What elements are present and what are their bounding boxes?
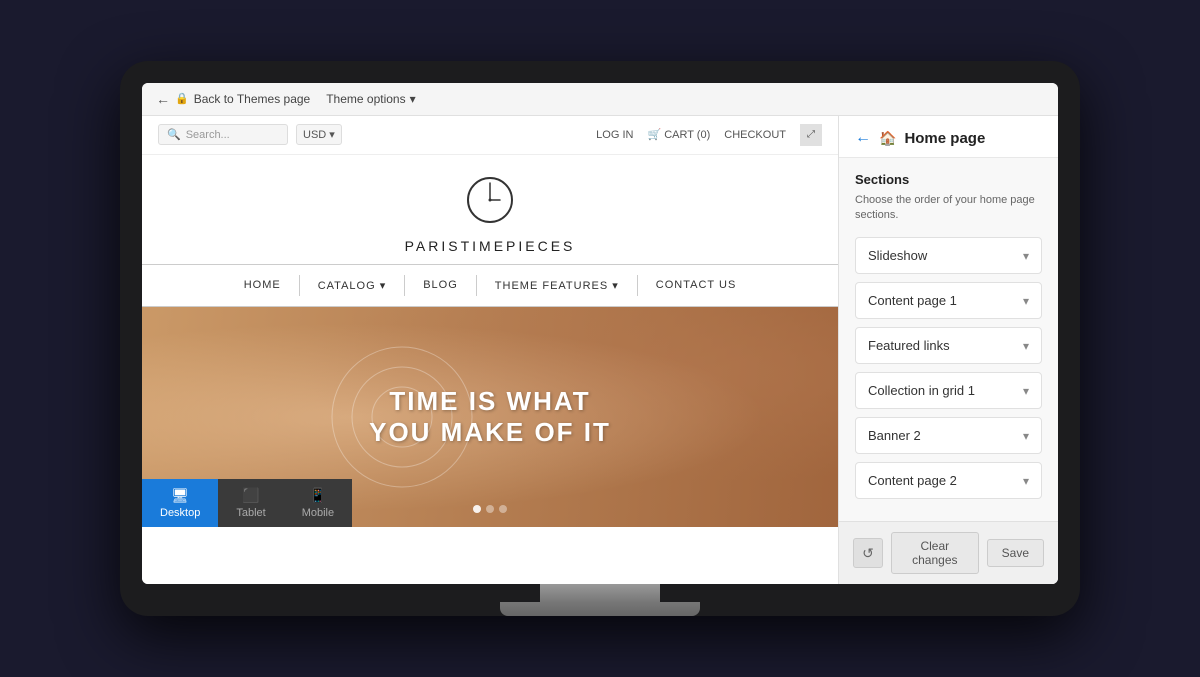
chevron-down-icon-collection-grid: ▾ <box>1023 384 1029 398</box>
store-nav: HOME CATALOG ▾ BLOG THEME FEATURES ▾ CON… <box>142 264 838 307</box>
section-label-collection-grid: Collection in grid 1 <box>868 383 975 398</box>
slide-dot-2[interactable] <box>486 505 494 513</box>
panel-body: Sections Choose the order of your home p… <box>839 158 1058 522</box>
store-nav-contact[interactable]: CONTACT US <box>638 275 755 296</box>
sections-description: Choose the order of your home page secti… <box>855 193 1042 224</box>
store-nav-blog[interactable]: BLOG <box>405 275 477 296</box>
login-link[interactable]: LOG IN <box>596 129 633 141</box>
slide-dot-3[interactable] <box>499 505 507 513</box>
clock-logo-icon <box>465 175 515 225</box>
stand-base <box>500 602 700 616</box>
sections-heading: Sections <box>855 172 1042 187</box>
stand-neck <box>540 584 660 602</box>
chevron-down-icon-featured-links: ▾ <box>1023 339 1029 353</box>
store-nav-catalog[interactable]: CATALOG ▾ <box>300 275 406 296</box>
slide-dot-active[interactable] <box>473 505 481 513</box>
store-logo-area: PARISTIMEPIECES <box>142 155 838 264</box>
desktop-button[interactable]: 🖥 Desktop <box>142 479 218 527</box>
section-item-banner-2[interactable]: Banner 2 ▾ <box>855 417 1042 454</box>
clear-changes-button[interactable]: Clear changes <box>891 532 979 574</box>
section-item-slideshow[interactable]: Slideshow ▾ <box>855 237 1042 274</box>
mobile-button[interactable]: 📱 Mobile <box>284 479 352 527</box>
right-panel: ← 🏠 Home page Sections Choose the order … <box>838 116 1058 585</box>
store-name-part1: PARIS <box>405 238 461 254</box>
desktop-label: Desktop <box>160 507 200 519</box>
back-to-themes-label: Back to Themes page <box>194 92 311 106</box>
save-label: Save <box>1002 546 1029 560</box>
mobile-label: Mobile <box>302 507 334 519</box>
section-label-featured-links: Featured links <box>868 338 950 353</box>
chevron-down-icon-slideshow: ▾ <box>1023 249 1029 263</box>
desktop-icon: 🖥 <box>171 487 189 504</box>
save-button[interactable]: Save <box>987 539 1044 567</box>
mobile-icon: 📱 <box>309 487 326 504</box>
section-item-content-page-1[interactable]: Content page 1 ▾ <box>855 282 1042 319</box>
section-item-content-page-2[interactable]: Content page 2 ▾ <box>855 462 1042 499</box>
search-input[interactable]: 🔍 Search... <box>158 124 288 145</box>
hero-line1: TIME IS WHAT <box>389 385 590 415</box>
panel-header: ← 🏠 Home page <box>839 116 1058 158</box>
back-arrow-icon: ← <box>156 91 170 107</box>
store-top-nav: LOG IN 🛒 CART (0) CHECKOUT ⤢ <box>596 124 822 146</box>
clear-changes-label: Clear changes <box>912 539 957 567</box>
panel-footer: ↺ Clear changes Save <box>839 521 1058 584</box>
top-bar: ← 🔒 Back to Themes page Theme options ▾ <box>142 83 1058 116</box>
currency-selector[interactable]: USD ▾ <box>296 124 342 145</box>
section-label-content1: Content page 1 <box>868 293 957 308</box>
chevron-down-icon-content2: ▾ <box>1023 474 1029 488</box>
theme-options-arrow-icon: ▾ <box>410 92 416 106</box>
hero-text: TIME IS WHAT YOU MAKE OF IT <box>369 385 611 447</box>
panel-back-button[interactable]: ← <box>855 130 871 146</box>
panel-title: Home page <box>904 130 985 147</box>
tablet-button[interactable]: ⬛ Tablet <box>218 479 283 527</box>
main-content: 🔍 Search... USD ▾ LOG IN 🛒 CART (0) CHEC… <box>142 116 1058 585</box>
store-name-part2: TIMEPIECES <box>461 238 576 254</box>
device-buttons: 🖥 Desktop ⬛ Tablet 📱 Mobile <box>142 479 352 527</box>
store-header: 🔍 Search... USD ▾ LOG IN 🛒 CART (0) CHEC… <box>142 116 838 155</box>
chevron-down-icon-content1: ▾ <box>1023 294 1029 308</box>
lock-icon: 🔒 <box>175 92 189 105</box>
hero-slide-dots <box>473 505 507 513</box>
tablet-icon: ⬛ <box>242 487 259 504</box>
section-label-content2: Content page 2 <box>868 473 957 488</box>
cart-link[interactable]: 🛒 CART (0) <box>647 128 710 141</box>
monitor: ← 🔒 Back to Themes page Theme options ▾ … <box>120 61 1080 617</box>
undo-icon: ↺ <box>862 545 874 562</box>
search-icon: 🔍 <box>167 128 181 141</box>
theme-options-label: Theme options <box>326 92 405 106</box>
preview-area: 🔍 Search... USD ▾ LOG IN 🛒 CART (0) CHEC… <box>142 116 838 585</box>
home-icon: 🏠 <box>879 130 896 147</box>
monitor-stand <box>142 584 1058 616</box>
section-item-collection-grid[interactable]: Collection in grid 1 ▾ <box>855 372 1042 409</box>
section-label-slideshow: Slideshow <box>868 248 927 263</box>
tablet-label: Tablet <box>236 507 265 519</box>
checkout-link[interactable]: CHECKOUT <box>724 129 786 141</box>
section-item-featured-links[interactable]: Featured links ▾ <box>855 327 1042 364</box>
store-name: PARISTIMEPIECES <box>142 238 838 254</box>
currency-label: USD <box>303 129 326 141</box>
section-label-banner2: Banner 2 <box>868 428 921 443</box>
search-placeholder: Search... <box>186 129 230 141</box>
theme-options-button[interactable]: Theme options ▾ <box>326 92 415 106</box>
currency-chevron-icon: ▾ <box>329 129 335 141</box>
expand-button[interactable]: ⤢ <box>800 124 822 146</box>
back-to-themes-link[interactable]: ← 🔒 Back to Themes page <box>156 91 310 107</box>
store-nav-home[interactable]: HOME <box>226 275 300 296</box>
chevron-down-icon-banner2: ▾ <box>1023 429 1029 443</box>
monitor-screen: ← 🔒 Back to Themes page Theme options ▾ … <box>142 83 1058 585</box>
undo-button[interactable]: ↺ <box>853 538 883 568</box>
hero-line2: YOU MAKE OF IT <box>369 417 611 447</box>
store-nav-theme-features[interactable]: THEME FEATURES ▾ <box>477 275 638 296</box>
hero-banner: TIME IS WHAT YOU MAKE OF IT 🖥 <box>142 307 838 527</box>
